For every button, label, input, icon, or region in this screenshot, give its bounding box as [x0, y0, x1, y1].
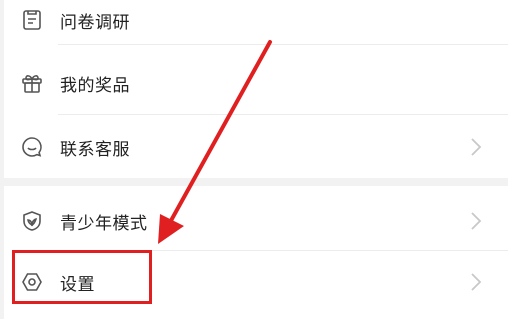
customer-service-icon	[20, 135, 44, 159]
gift-icon	[20, 71, 44, 95]
chevron-right-icon	[471, 273, 482, 291]
menu-item-customer-service[interactable]: 联系客服	[0, 122, 508, 172]
youth-mode-icon	[20, 209, 44, 233]
menu-item-label: 联系客服	[60, 139, 130, 160]
chevron-right-icon	[471, 212, 482, 230]
menu-item-label: 青少年模式	[60, 213, 148, 234]
menu-item-prizes[interactable]: 我的奖品	[0, 58, 508, 108]
settings-highlight-box	[12, 250, 152, 304]
menu-item-youth-mode[interactable]: 青少年模式	[0, 198, 508, 244]
divider	[58, 44, 508, 45]
divider	[58, 114, 508, 115]
survey-icon	[20, 8, 44, 32]
menu-item-label: 我的奖品	[60, 75, 130, 96]
menu-item-label: 问卷调研	[60, 12, 130, 33]
chevron-right-icon	[471, 138, 482, 156]
menu-item-survey[interactable]: 问卷调研	[0, 0, 508, 40]
